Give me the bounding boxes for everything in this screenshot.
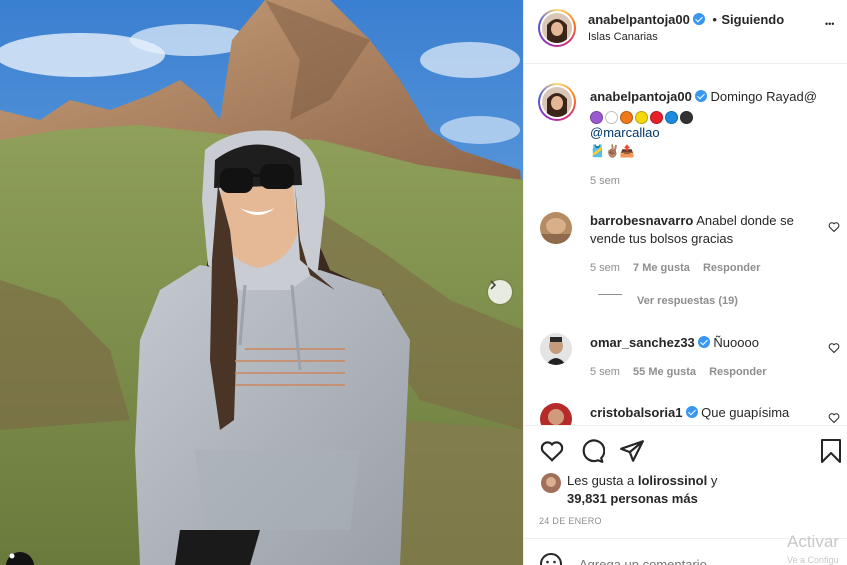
- activation-watermark: Activar: [787, 532, 839, 551]
- caption-emoji-circles: [590, 106, 840, 125]
- comment-meta: 5 sem 7 Me gusta Responder: [590, 262, 770, 274]
- likes-summary: Les gusta a lolirossinol y 39,831 person…: [567, 472, 837, 508]
- likes-others[interactable]: 39,831 personas más: [567, 491, 698, 506]
- post-photo[interactable]: [0, 0, 523, 565]
- comment-meta: 5 sem 55 Me gusta Responder: [590, 366, 777, 378]
- comment-item: omar_sanchez33 Ñuoooo 5 sem 55 Me gusta …: [540, 333, 840, 393]
- activation-watermark-subtitle: Ve a Configu: [787, 555, 839, 565]
- more-options-button[interactable]: •••: [825, 19, 834, 29]
- add-comment-input[interactable]: [579, 554, 779, 565]
- heart-icon[interactable]: [828, 221, 840, 233]
- follow-separator: •: [712, 12, 717, 27]
- heart-icon[interactable]: [828, 412, 840, 424]
- verified-badge-icon: [692, 13, 705, 25]
- view-replies-button[interactable]: Ver respuestas (19): [637, 295, 738, 307]
- bookmark-icon[interactable]: [819, 438, 843, 464]
- comment-text: Que guapísima: [701, 405, 790, 420]
- instagram-post-view: anabelpantoja00 • Siguiendo Islas Canari…: [0, 0, 847, 565]
- comment-likes[interactable]: 55 Me gusta: [633, 366, 696, 378]
- comment-username[interactable]: omar_sanchez33: [590, 335, 695, 350]
- caption: anabelpantoja00 Domingo Rayad@ @marcalla…: [590, 88, 840, 160]
- caption-mention[interactable]: @marcallao: [590, 124, 840, 142]
- comment-time[interactable]: 5 sem: [590, 262, 620, 274]
- verified-badge-icon: [694, 90, 707, 102]
- commenter-avatar[interactable]: [540, 403, 572, 425]
- next-photo-button[interactable]: [488, 280, 512, 304]
- color-circle-emoji: [665, 111, 678, 125]
- post-date[interactable]: 24 DE ENERO: [539, 516, 602, 526]
- comment-username[interactable]: barrobesnavarro: [590, 213, 693, 228]
- caption-avatar[interactable]: [538, 83, 576, 121]
- comment-reply-button[interactable]: Responder: [709, 366, 766, 378]
- post-side-panel: anabelpantoja00 • Siguiendo Islas Canari…: [523, 0, 847, 565]
- caption-emoji-line: 🎽✌🏽📤: [590, 144, 635, 158]
- comment-username[interactable]: cristobalsoria1: [590, 405, 683, 420]
- chevron-right-icon: [490, 280, 497, 290]
- comment-item: barrobesnavarro Anabel donde se vende tu…: [540, 212, 840, 312]
- comment-text: Ñuoooo: [713, 335, 759, 350]
- verified-badge-icon: [685, 406, 698, 418]
- post-location[interactable]: Islas Canarias: [588, 31, 658, 43]
- smiley-icon[interactable]: [539, 552, 563, 565]
- color-circle-emoji: [590, 111, 603, 125]
- comment-time[interactable]: 5 sem: [590, 366, 620, 378]
- commenter-avatar[interactable]: [540, 333, 572, 365]
- post-header: anabelpantoja00 • Siguiendo Islas Canari…: [524, 0, 847, 64]
- color-circle-emoji: [635, 111, 648, 125]
- post-image-illustration: [0, 0, 523, 565]
- likes-user[interactable]: lolirossinol: [638, 473, 707, 488]
- author-username[interactable]: anabelpantoja00: [588, 12, 690, 27]
- color-circle-emoji: [620, 111, 633, 125]
- color-circle-emoji: [605, 111, 618, 125]
- verified-badge-icon: [697, 336, 710, 348]
- comment-likes[interactable]: 7 Me gusta: [633, 262, 690, 274]
- replies-divider: [598, 294, 622, 295]
- likes-suffix: y: [710, 473, 718, 488]
- commenter-avatar[interactable]: [540, 212, 572, 244]
- liker-avatar[interactable]: [541, 473, 561, 493]
- color-circle-emoji: [650, 111, 663, 125]
- comment-icon[interactable]: [579, 438, 605, 464]
- paper-plane-icon[interactable]: [619, 438, 645, 464]
- caption-username[interactable]: anabelpantoja00: [590, 89, 692, 104]
- comment-item: cristobalsoria1 Que guapísima: [540, 403, 840, 425]
- more-dots-icon: •••: [825, 19, 835, 29]
- heart-icon[interactable]: [539, 438, 565, 464]
- author-avatar[interactable]: [538, 9, 576, 47]
- caption-text: Domingo Rayad@: [710, 89, 817, 104]
- following-button[interactable]: Siguiendo: [721, 12, 784, 27]
- likes-prefix: Les gusta a: [567, 473, 635, 488]
- comment-reply-button[interactable]: Responder: [703, 262, 760, 274]
- caption-time[interactable]: 5 sem: [590, 175, 620, 187]
- color-circle-emoji: [680, 111, 693, 125]
- heart-icon[interactable]: [828, 342, 840, 354]
